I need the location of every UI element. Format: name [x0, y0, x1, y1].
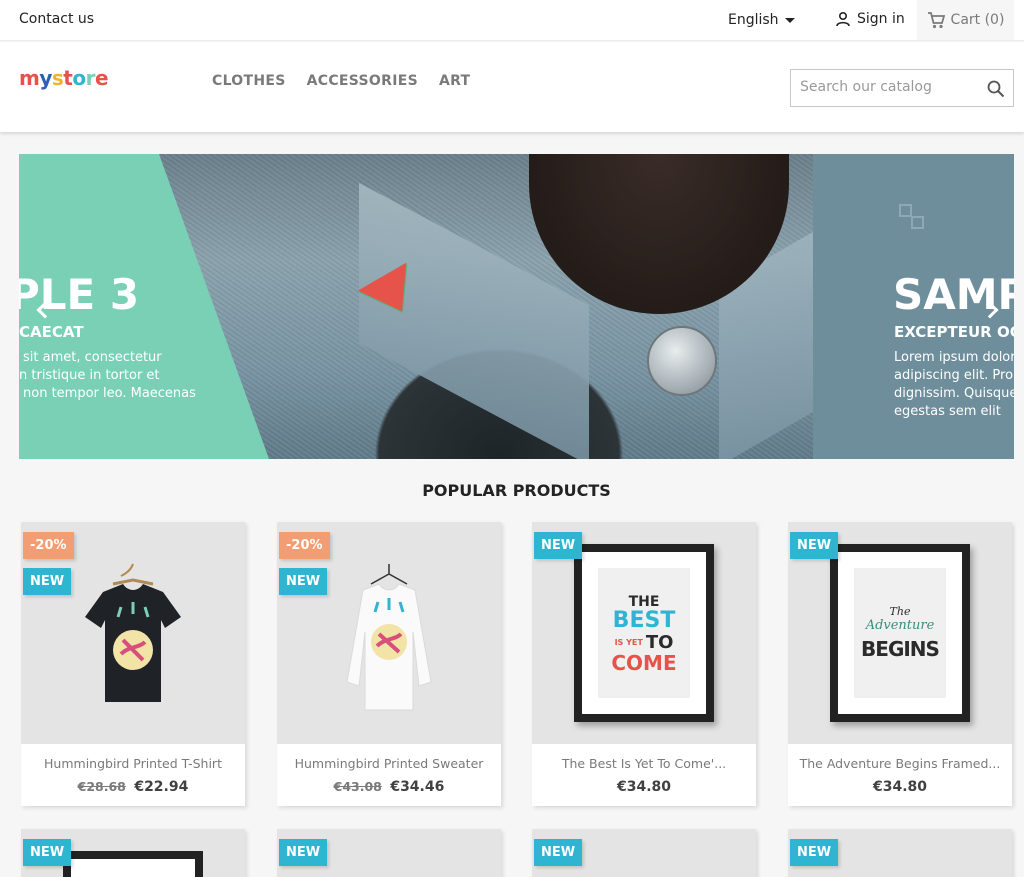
sweater-image — [346, 564, 432, 711]
crew-button-graphic — [647, 326, 717, 396]
search-icon[interactable] — [987, 80, 1005, 98]
user-icon — [836, 11, 850, 27]
product-card[interactable]: The Adventure BEGINS NEW The Adventure B… — [788, 522, 1012, 806]
slide-right-text-4: egestas sem elit — [894, 404, 1001, 419]
new-badge: NEW — [23, 568, 72, 595]
product-image[interactable]: -20% NEW — [21, 522, 245, 744]
sign-in-label: Sign in — [857, 11, 905, 27]
new-badge: NEW — [279, 839, 328, 866]
product-image[interactable]: NEW — [532, 829, 756, 877]
product-name[interactable]: The Adventure Begins Framed... — [788, 756, 1012, 771]
product-name[interactable]: Hummingbird Printed Sweater — [277, 756, 501, 771]
product-name[interactable]: Hummingbird Printed T-Shirt — [21, 756, 245, 771]
product-card[interactable]: NEW — [277, 829, 501, 877]
price: €34.80 — [872, 779, 928, 795]
product-image[interactable]: NEW — [788, 829, 1012, 877]
slide-right-text-1: Lorem ipsum dolor — [894, 350, 1014, 365]
squares-icon — [899, 204, 924, 229]
search-widget — [790, 69, 1014, 107]
product-image[interactable]: THE BEST IS YET TO COME NEW — [532, 522, 756, 744]
new-badge: NEW — [790, 532, 839, 559]
product-card[interactable]: -20% NEW Hummingbird Printed Sweater €43… — [277, 522, 501, 806]
slide-left-text-1: sit amet, consectetur — [23, 350, 162, 365]
product-card[interactable]: -20% NEW Hummingbird Printed T-Shirt €28… — [21, 522, 245, 806]
slide-left-text-2: n tristique in tortor et — [19, 368, 160, 383]
regular-price: €43.08 — [333, 779, 382, 794]
sale-price: €34.46 — [390, 779, 445, 795]
discount-badge: -20% — [23, 532, 74, 559]
sign-in-link[interactable]: Sign in — [835, 11, 905, 27]
site-header: my store CLOTHES ACCESSORIES ART — [0, 42, 1024, 132]
product-name[interactable]: The Best Is Yet To Come'... — [532, 756, 756, 771]
search-input[interactable] — [800, 79, 980, 95]
product-card[interactable]: NEW — [532, 829, 756, 877]
top-bar: Contact us English Sign in Cart (0) — [0, 0, 1024, 41]
slide-right-text-2: adipiscing elit. Proi — [894, 368, 1014, 383]
language-label: English — [728, 12, 779, 28]
menu-item-art[interactable]: ART — [439, 73, 470, 89]
new-badge: NEW — [790, 839, 839, 866]
slide-left-text-3: non tempor leo. Maecenas — [23, 386, 196, 401]
product-image[interactable]: -20% NEW — [277, 522, 501, 744]
product-card[interactable]: NEW — [788, 829, 1012, 877]
new-badge: NEW — [23, 839, 72, 866]
section-title: POPULAR PRODUCTS — [422, 481, 611, 500]
sale-price: €22.94 — [134, 779, 189, 795]
new-badge: NEW — [534, 532, 583, 559]
product-price: €43.08 €34.46 — [277, 779, 501, 795]
product-image[interactable]: NEW — [277, 829, 501, 877]
slide-right-text-3: dignissim. Quisque — [894, 386, 1014, 401]
store-logo[interactable]: my store — [19, 66, 109, 90]
product-price: €34.80 — [532, 779, 756, 795]
framed-poster-image: THE BEST IS YET TO COME — [574, 544, 714, 722]
product-card[interactable]: NEW — [21, 829, 245, 877]
contact-link[interactable]: Contact us — [19, 11, 94, 27]
slide-left-subtitle: CAECAT — [19, 323, 84, 341]
main-menu: CLOTHES ACCESSORIES ART — [212, 73, 470, 89]
menu-item-accessories[interactable]: ACCESSORIES — [307, 73, 418, 89]
regular-price: €28.68 — [77, 779, 126, 794]
new-badge: NEW — [279, 568, 328, 595]
product-price: €34.80 — [788, 779, 1012, 795]
product-card[interactable]: THE BEST IS YET TO COME NEW The Best Is Y… — [532, 522, 756, 806]
price: €34.80 — [616, 779, 672, 795]
menu-item-clothes[interactable]: CLOTHES — [212, 73, 286, 89]
cart-label: Cart (0) — [950, 12, 1005, 28]
slide-left-title: PLE 3 — [19, 270, 140, 319]
product-image[interactable]: The Adventure BEGINS NEW — [788, 522, 1012, 744]
language-selector[interactable]: English — [728, 12, 795, 28]
caret-down-icon — [784, 18, 795, 23]
new-badge: NEW — [534, 839, 583, 866]
t-shirt-image — [85, 563, 181, 702]
image-carousel[interactable]: PLE 3 CAECAT sit amet, consectetur n tri… — [19, 154, 1014, 459]
shopping-cart-icon — [927, 11, 945, 28]
slide-right-subtitle: EXCEPTEUR OCC — [894, 323, 1014, 341]
discount-badge: -20% — [279, 532, 330, 559]
product-price: €28.68 €22.94 — [21, 779, 245, 795]
framed-poster-image: The Adventure BEGINS — [830, 544, 970, 722]
cart-button[interactable]: Cart (0) — [917, 0, 1014, 40]
product-image[interactable]: NEW — [21, 829, 245, 877]
slide-image — [159, 154, 969, 459]
